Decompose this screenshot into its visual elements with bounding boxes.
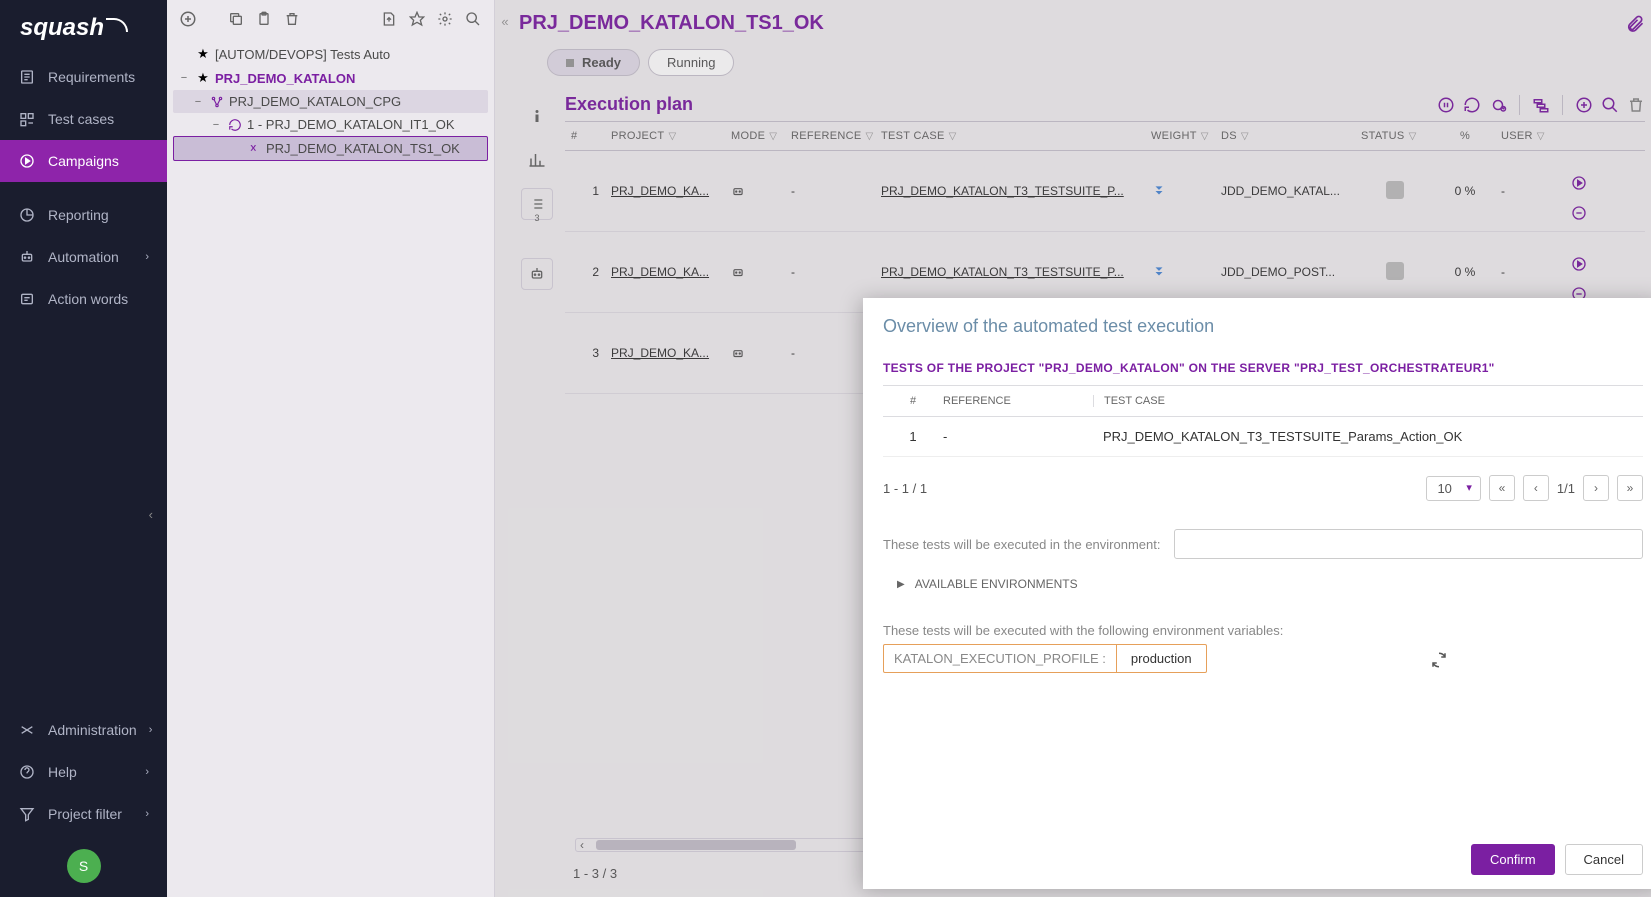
env-vars-label: These tests will be executed with the fo…: [883, 623, 1643, 638]
sidebar-item-actionwords[interactable]: Action words: [0, 278, 167, 320]
environment-row: These tests will be executed in the envi…: [883, 529, 1643, 559]
tree-label: [AUTOM/DEVOPS] Tests Auto: [215, 47, 390, 62]
confirm-button[interactable]: Confirm: [1471, 844, 1555, 875]
sidebar-label: Campaigns: [48, 153, 119, 169]
sidebar-label: Administration: [48, 722, 137, 738]
env-var-value: production: [1117, 645, 1206, 672]
env-label: These tests will be executed in the envi…: [883, 537, 1160, 552]
export-icon[interactable]: [378, 8, 400, 30]
actionwords-icon: [18, 290, 36, 308]
sidebar-item-projectfilter[interactable]: Project filter ›: [0, 793, 167, 835]
sidebar-label: Automation: [48, 249, 119, 265]
available-environments-accordion[interactable]: ▶ AVAILABLE ENVIRONMENTS: [883, 577, 1643, 591]
dialog-subtitle: TESTS OF THE PROJECT "PRJ_DEMO_KATALON" …: [883, 361, 1643, 375]
pager-count: 1 - 1 / 1: [883, 481, 927, 496]
sidebar-label: Project filter: [48, 806, 122, 822]
collapse-icon[interactable]: −: [209, 119, 223, 131]
tree-node-project[interactable]: − ★ PRJ_DEMO_KATALON: [173, 66, 488, 90]
dialog-grid-header: # REFERENCE TEST CASE: [883, 385, 1643, 417]
delete-icon[interactable]: [281, 8, 303, 30]
tree-node-project[interactable]: ★ [AUTOM/DEVOPS] Tests Auto: [173, 42, 488, 66]
collapse-icon[interactable]: −: [177, 72, 191, 84]
sidebar-item-reporting[interactable]: Reporting: [0, 194, 167, 236]
tree-label: PRJ_DEMO_KATALON: [215, 71, 355, 86]
chevron-right-icon: ›: [145, 251, 149, 263]
sidebar-label: Help: [48, 764, 77, 780]
search-icon[interactable]: [462, 8, 484, 30]
requirements-icon: [18, 68, 36, 86]
pager-last[interactable]: »: [1617, 475, 1643, 501]
cancel-button[interactable]: Cancel: [1565, 844, 1643, 875]
sidebar-item-campaigns[interactable]: Campaigns: [0, 140, 167, 182]
sidebar-label: Action words: [48, 291, 128, 307]
dialog-title: Overview of the automated test execution: [883, 316, 1643, 337]
testcases-icon: [18, 110, 36, 128]
env-var-key: KATALON_EXECUTION_PROFILE :: [884, 645, 1117, 672]
sidebar-label: Reporting: [48, 207, 109, 223]
star-icon: ★: [195, 70, 211, 86]
tab-info[interactable]: [521, 100, 553, 132]
tab-robot[interactable]: [521, 258, 553, 290]
tree-panel: ★ [AUTOM/DEVOPS] Tests Auto − ★ PRJ_DEMO…: [167, 0, 495, 897]
tree-label: 1 - PRJ_DEMO_KATALON_IT1_OK: [247, 117, 455, 132]
app-logo: squash: [0, 0, 167, 56]
campaign-icon: [209, 95, 225, 109]
paste-icon[interactable]: [253, 8, 275, 30]
pager-next[interactable]: ›: [1583, 475, 1609, 501]
pager-position: 1/1: [1557, 481, 1575, 496]
automation-icon: [18, 248, 36, 266]
sidebar-item-help[interactable]: Help ›: [0, 751, 167, 793]
badge: 3: [534, 213, 539, 223]
iteration-icon: [227, 118, 243, 132]
reporting-icon: [18, 206, 36, 224]
filter-icon: [18, 805, 36, 823]
refresh-icon[interactable]: [1430, 651, 1448, 669]
main-content: « PRJ_DEMO_KATALON_TS1_OK Ready Running …: [495, 0, 1651, 897]
dialog-actions: Confirm Cancel: [883, 828, 1643, 875]
triangle-right-icon: ▶: [897, 579, 905, 590]
chevron-right-icon: ›: [145, 808, 149, 820]
sidebar-label: Requirements: [48, 69, 135, 85]
collapse-icon[interactable]: −: [191, 96, 205, 108]
administration-icon: [18, 721, 36, 739]
sidebar-item-automation[interactable]: Automation ›: [0, 236, 167, 278]
copy-icon[interactable]: [225, 8, 247, 30]
campaigns-icon: [18, 152, 36, 170]
user-avatar[interactable]: S: [67, 849, 101, 883]
dialog-table-row[interactable]: 1 - PRJ_DEMO_KATALON_T3_TESTSUITE_Params…: [883, 417, 1643, 457]
sidebar-item-requirements[interactable]: Requirements: [0, 56, 167, 98]
tree-node-testsuite[interactable]: PRJ_DEMO_KATALON_TS1_OK: [173, 136, 488, 161]
tab-list[interactable]: 3: [521, 188, 553, 220]
sidebar-collapse-button[interactable]: ‹: [0, 499, 167, 530]
chevron-right-icon: ›: [145, 766, 149, 778]
tab-stats[interactable]: [521, 144, 553, 176]
tree-label: PRJ_DEMO_KATALON_TS1_OK: [266, 141, 460, 156]
pager-prev[interactable]: ‹: [1523, 475, 1549, 501]
sidebar-item-administration[interactable]: Administration ›: [0, 709, 167, 751]
page-size-select[interactable]: 10: [1426, 476, 1480, 501]
env-variable-chip[interactable]: KATALON_EXECUTION_PROFILE : production: [883, 644, 1207, 673]
settings-icon[interactable]: [434, 8, 456, 30]
dialog-pager: 1 - 1 / 1 10 « ‹ 1/1 › »: [883, 475, 1643, 501]
help-icon: [18, 763, 36, 781]
sidebar-label: Test cases: [48, 111, 114, 127]
execution-overview-dialog: Overview of the automated test execution…: [863, 298, 1651, 889]
star-icon: ★: [195, 46, 211, 62]
testsuite-icon: [246, 142, 262, 156]
add-icon[interactable]: [177, 8, 199, 30]
tree-node-iteration[interactable]: − 1 - PRJ_DEMO_KATALON_IT1_OK: [173, 113, 488, 136]
tree-label: PRJ_DEMO_KATALON_CPG: [229, 94, 401, 109]
tree-toolbar: [167, 0, 494, 38]
pager-first[interactable]: «: [1489, 475, 1515, 501]
chevron-right-icon: ›: [149, 724, 153, 736]
favorite-icon[interactable]: [406, 8, 428, 30]
campaign-tree: ★ [AUTOM/DEVOPS] Tests Auto − ★ PRJ_DEMO…: [167, 38, 494, 165]
main-sidebar: squash Requirements Test cases Campaigns…: [0, 0, 167, 897]
sidebar-item-testcases[interactable]: Test cases: [0, 98, 167, 140]
tree-node-campaign[interactable]: − PRJ_DEMO_KATALON_CPG: [173, 90, 488, 113]
environment-input[interactable]: [1174, 529, 1643, 559]
